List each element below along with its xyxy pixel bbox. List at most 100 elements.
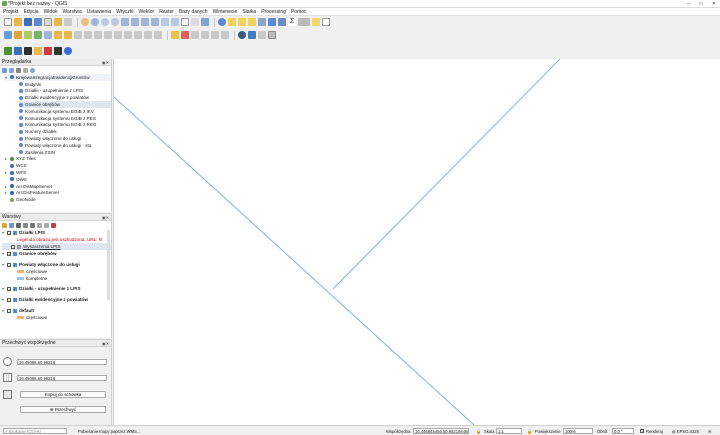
layers-scrollbar[interactable] bbox=[107, 230, 110, 300]
deselect-icon[interactable] bbox=[248, 18, 256, 26]
label-show-hide-icon[interactable] bbox=[191, 31, 199, 39]
copy-features-icon[interactable] bbox=[124, 31, 132, 39]
close-button[interactable]: ✕ bbox=[708, 0, 720, 8]
filter-icon[interactable] bbox=[16, 67, 21, 73]
save-edits-icon[interactable] bbox=[74, 31, 82, 39]
pan-to-selection-icon[interactable] bbox=[91, 18, 99, 26]
tree-item-layer[interactable]: Komunikacja systemu EGiB z PEG bbox=[19, 115, 111, 122]
menu-bazy-danych[interactable]: Bazy danych bbox=[179, 9, 208, 15]
grid-crs-icon[interactable] bbox=[3, 373, 12, 382]
statistics-icon[interactable]: Σ bbox=[288, 18, 296, 26]
field-calculator-icon[interactable] bbox=[268, 18, 276, 26]
add-group-icon[interactable] bbox=[9, 222, 14, 228]
magnifier-lock-icon[interactable]: 🔒 bbox=[527, 429, 532, 435]
menu-ustawienia[interactable]: Ustawienia bbox=[87, 9, 111, 15]
menu-wtyczki[interactable]: Wtyczki bbox=[116, 9, 133, 15]
layer-checkbox[interactable]: ✓ bbox=[7, 230, 11, 235]
expand-all-icon[interactable] bbox=[37, 222, 42, 228]
coordinate-display[interactable]: 16.446645456,50.982194465 bbox=[413, 428, 469, 434]
layout-manager-icon[interactable] bbox=[54, 18, 62, 26]
layer-checkbox[interactable] bbox=[11, 244, 15, 249]
label-change-icon[interactable] bbox=[221, 31, 229, 39]
digitize-icon[interactable] bbox=[84, 31, 92, 39]
tree-item-layer[interactable]: Zasilenia ZSIN bbox=[19, 149, 111, 156]
tree-item-layer[interactable]: Numery działek bbox=[19, 128, 111, 135]
zoom-last-icon[interactable] bbox=[161, 18, 169, 26]
menu-raster[interactable]: Raster bbox=[159, 9, 174, 15]
add-wms-icon[interactable] bbox=[44, 31, 52, 39]
open-project-icon[interactable] bbox=[14, 18, 22, 26]
new-layout-icon[interactable] bbox=[44, 18, 52, 26]
map-tips-icon[interactable] bbox=[312, 18, 320, 26]
capture-coordinate-icon[interactable] bbox=[268, 31, 276, 39]
lock-icon[interactable]: 🔒 bbox=[476, 429, 481, 435]
layer-row[interactable]: Wyszarzenia LPIS bbox=[2, 243, 111, 250]
refresh-icon[interactable] bbox=[9, 67, 14, 73]
edits-icon[interactable] bbox=[54, 31, 62, 39]
panel-dock-controls-icon[interactable]: ▣✕ bbox=[102, 60, 109, 65]
toggle-editing-icon[interactable] bbox=[64, 31, 72, 39]
menu-widok[interactable]: Widok bbox=[44, 9, 58, 15]
select-features-icon[interactable] bbox=[228, 18, 236, 26]
plugin-icon[interactable] bbox=[258, 31, 266, 39]
zoom-native-icon[interactable] bbox=[121, 18, 129, 26]
tree-item-layer[interactable]: Granice obrębów bbox=[19, 101, 111, 108]
scale-bar-icon[interactable] bbox=[34, 46, 42, 55]
menu-warstwa[interactable]: Warstwa bbox=[62, 9, 81, 15]
python-console-icon[interactable] bbox=[248, 31, 256, 39]
layer-row[interactable]: ▾ ✓ Działki ewidencyjne z powiatów bbox=[2, 296, 111, 303]
save-as-icon[interactable] bbox=[34, 18, 42, 26]
layer-row[interactable]: ▾ ✓ Działki LPIS bbox=[2, 229, 111, 236]
add-vector-icon[interactable] bbox=[24, 31, 32, 39]
rotation-input[interactable]: 0,0 ° bbox=[612, 428, 634, 434]
manage-visibility-icon[interactable] bbox=[16, 222, 21, 228]
measure-icon[interactable] bbox=[298, 18, 310, 26]
grid-plugin-icon[interactable] bbox=[14, 46, 22, 55]
zoom-out-icon[interactable] bbox=[111, 18, 119, 26]
label-rotate-icon[interactable] bbox=[211, 31, 219, 39]
style-manager-icon[interactable] bbox=[64, 18, 72, 26]
layer-row[interactable]: ▾ ✓ default bbox=[2, 307, 111, 314]
menu-pomoc[interactable]: Pomoc bbox=[291, 9, 307, 15]
layer-checkbox[interactable]: ✓ bbox=[7, 308, 11, 313]
save-project-icon[interactable] bbox=[24, 18, 32, 26]
menu-siatka[interactable]: Siatka bbox=[242, 9, 256, 15]
locator-search-input[interactable]: ⌕ Szukanie (Ctrl+K) bbox=[3, 428, 67, 434]
open-styling-icon[interactable] bbox=[2, 222, 7, 228]
zoom-in-icon[interactable] bbox=[101, 18, 109, 26]
layer-checkbox[interactable]: ✓ bbox=[7, 286, 11, 291]
vertex-tool-icon[interactable] bbox=[94, 31, 102, 39]
menu-internet[interactable]: Wintenecie bbox=[213, 9, 238, 15]
label-move-icon[interactable] bbox=[201, 31, 209, 39]
zoom-layer-icon[interactable] bbox=[151, 18, 159, 26]
layer-row[interactable]: ▾ ✓ Działki - uzupełnienie z LPIS bbox=[2, 285, 111, 292]
menu-edycja[interactable]: Edycja bbox=[24, 9, 39, 15]
undo-icon[interactable] bbox=[144, 31, 152, 39]
copy-to-clipboard-button[interactable]: Kopiuj do schowka bbox=[20, 391, 106, 398]
layer-checkbox[interactable]: ✓ bbox=[7, 251, 11, 256]
tree-item-layer[interactable]: Budynki bbox=[19, 81, 111, 88]
layer-row[interactable]: ▾ ✓ Powiaty włączone do usługi bbox=[2, 261, 111, 268]
new-layer-icon[interactable] bbox=[14, 31, 22, 39]
temporal-controller-icon[interactable] bbox=[191, 18, 199, 26]
tree-item-layer[interactable]: Komunikacja systemu EGiB z REG bbox=[19, 122, 111, 129]
zoom-next-icon[interactable] bbox=[171, 18, 179, 26]
pan-icon[interactable] bbox=[81, 18, 89, 26]
menu-projekt[interactable]: Projekt bbox=[3, 9, 19, 15]
filter-legend-icon[interactable] bbox=[23, 222, 28, 228]
tree-item-layer[interactable]: Działki - uzupełnienie z LPIS bbox=[19, 88, 111, 95]
pdf-export-icon[interactable] bbox=[44, 46, 52, 55]
crosshair-icon[interactable] bbox=[3, 357, 12, 366]
magnifier-input[interactable]: 100% bbox=[563, 428, 593, 434]
tree-item-root[interactable]: ▾ KrajowaIntegracjaEwidencjiGruntów bbox=[5, 74, 111, 81]
layer-checkbox[interactable]: ✓ bbox=[7, 262, 11, 267]
zoom-full-icon[interactable] bbox=[131, 18, 139, 26]
tree-item-wfs[interactable]: ▸ WFS bbox=[5, 169, 111, 176]
identify-icon[interactable] bbox=[218, 18, 226, 26]
layer-checkbox[interactable]: ✓ bbox=[7, 297, 11, 302]
processing-toolbox-icon[interactable] bbox=[278, 18, 286, 26]
tree-item-arcgis-feature[interactable]: ▸ ArcGisFeatureServer bbox=[5, 190, 111, 197]
coordinate-field-2[interactable]: 16.45088,50.96218 bbox=[17, 375, 107, 381]
filter-expression-icon[interactable] bbox=[30, 222, 35, 228]
menu-wektor[interactable]: Wektor bbox=[138, 9, 154, 15]
